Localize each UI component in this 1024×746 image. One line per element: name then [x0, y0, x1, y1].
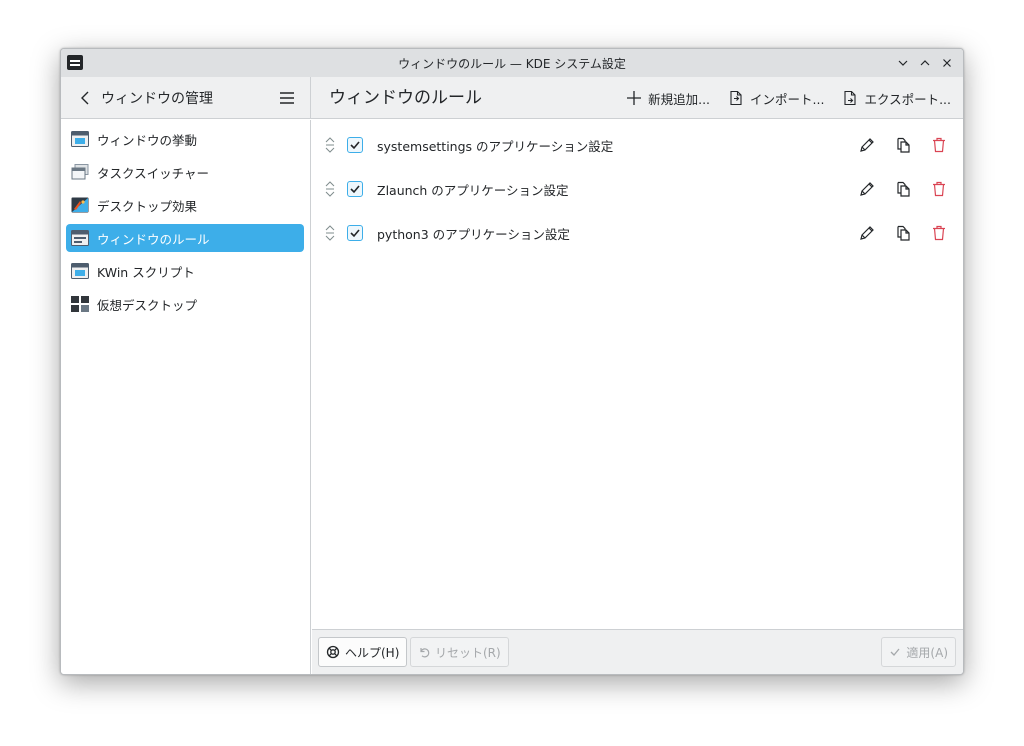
edit-rule-button[interactable]: [857, 223, 877, 243]
undo-icon: [420, 648, 430, 658]
rule-enabled-checkbox[interactable]: [347, 137, 363, 153]
import-button[interactable]: インポート...: [728, 84, 824, 112]
edit-rule-button[interactable]: [857, 135, 877, 155]
sidebar-item-label: タスクスイッチャー: [97, 165, 210, 181]
app-window: ウィンドウのルール — KDE システム設定 ウィンドウの管理 ウィンドウのルー…: [60, 48, 964, 675]
rule-row[interactable]: systemsettings のアプリケーション設定: [312, 123, 963, 167]
export-button[interactable]: エクスポート...: [842, 84, 951, 112]
sidebar-item-kwin-scripts[interactable]: KWin スクリプト: [66, 257, 304, 285]
sidebar-item-label: ウィンドウの挙動: [97, 132, 198, 148]
apply-label: 適用(A): [906, 645, 948, 660]
footer-bar: ヘルプ(H) リセット(R) 適用(A): [312, 629, 963, 674]
toolbar-actions: 新規追加... インポート... エクスポート...: [626, 84, 951, 112]
rule-label: Zlaunch のアプリケーション設定: [377, 182, 569, 198]
drag-handle-icon: [325, 225, 335, 241]
add-new-button[interactable]: 新規追加...: [626, 84, 710, 112]
pencil-icon: [860, 226, 874, 240]
copy-icon: [897, 225, 910, 241]
window-title: ウィンドウのルール — KDE システム設定: [398, 56, 626, 71]
maximize-button[interactable]: [915, 53, 935, 73]
sidebar-item-desktop-effects[interactable]: デスクトップ効果: [66, 191, 304, 219]
import-label: インポート...: [750, 91, 825, 107]
virtual-desktops-icon: [70, 294, 90, 314]
pencil-icon: [860, 182, 874, 196]
trash-icon: [933, 181, 945, 197]
nav-header: ウィンドウの管理: [61, 77, 311, 119]
reset-button[interactable]: リセット(R): [410, 637, 509, 667]
checkmark-icon: [350, 185, 360, 194]
sidebar-item-label: KWin スクリプト: [97, 264, 195, 280]
rule-label: python3 のアプリケーション設定: [377, 226, 570, 242]
sidebar-item-label: デスクトップ効果: [97, 198, 198, 214]
trash-icon: [933, 225, 945, 241]
trash-icon: [933, 137, 945, 153]
duplicate-rule-button[interactable]: [893, 223, 913, 243]
checkmark-icon: [890, 648, 900, 656]
sidebar-item-label: ウィンドウのルール: [97, 231, 210, 247]
rule-enabled-checkbox[interactable]: [347, 225, 363, 241]
plus-icon: [627, 91, 642, 105]
copy-icon: [897, 181, 910, 197]
drag-handle[interactable]: [324, 136, 336, 154]
reset-label: リセット(R): [435, 645, 501, 660]
add-new-label: 新規追加...: [648, 91, 711, 107]
checkmark-icon: [350, 229, 360, 238]
menu-button[interactable]: [276, 87, 298, 109]
kwin-scripts-icon: [70, 261, 90, 281]
apply-button[interactable]: 適用(A): [881, 637, 956, 667]
header-bar: ウィンドウの管理 ウィンドウのルール 新規追加... インポート... エクスポ…: [61, 77, 963, 119]
chevron-down-icon: [898, 60, 908, 66]
window-rules-icon: [70, 228, 90, 248]
sidebar-item-task-switcher[interactable]: タスクスイッチャー: [66, 158, 304, 186]
help-button[interactable]: ヘルプ(H): [318, 637, 408, 667]
rule-row[interactable]: python3 のアプリケーション設定: [312, 211, 963, 255]
drag-handle-icon: [325, 181, 335, 197]
back-button[interactable]: [71, 84, 99, 112]
duplicate-rule-button[interactable]: [893, 179, 913, 199]
sidebar-item-window-rules[interactable]: ウィンドウのルール: [66, 224, 304, 252]
window-controls: [893, 53, 957, 73]
sidebar-item-virtual-desktops[interactable]: 仮想デスクトップ: [66, 290, 304, 318]
chevron-left-icon: [81, 91, 89, 105]
rule-enabled-checkbox[interactable]: [347, 181, 363, 197]
sidebar-item-label: 仮想デスクトップ: [97, 297, 198, 313]
delete-rule-button[interactable]: [929, 179, 949, 199]
document-import-icon: [730, 90, 742, 106]
duplicate-rule-button[interactable]: [893, 135, 913, 155]
minimize-button[interactable]: [893, 53, 913, 73]
delete-rule-button[interactable]: [929, 135, 949, 155]
help-lifebuoy-icon: [326, 645, 340, 659]
rule-label: systemsettings のアプリケーション設定: [377, 138, 614, 154]
drag-handle[interactable]: [324, 180, 336, 198]
sidebar-item-window-behavior[interactable]: ウィンドウの挙動: [66, 125, 304, 153]
rules-list: systemsettings のアプリケーション設定 Zlaunch のアプリケ…: [312, 120, 963, 629]
window-behavior-icon: [70, 129, 90, 149]
page-title: ウィンドウのルール: [329, 88, 482, 108]
task-switcher-icon: [70, 162, 90, 182]
desktop-effects-icon: [70, 195, 90, 215]
title-bar[interactable]: ウィンドウのルール — KDE システム設定: [61, 49, 963, 77]
drag-handle-icon: [325, 137, 335, 153]
chevron-up-icon: [920, 60, 930, 66]
copy-icon: [897, 137, 910, 153]
system-settings-icon: [67, 55, 83, 70]
document-export-icon: [844, 90, 857, 106]
hamburger-icon: [280, 92, 294, 104]
help-label: ヘルプ(H): [345, 645, 400, 660]
export-label: エクスポート...: [864, 91, 951, 107]
close-button[interactable]: [937, 53, 957, 73]
drag-handle[interactable]: [324, 224, 336, 242]
pencil-icon: [860, 138, 874, 152]
nav-title: ウィンドウの管理: [101, 91, 213, 107]
checkmark-icon: [350, 141, 360, 150]
close-icon: [943, 59, 951, 67]
delete-rule-button[interactable]: [929, 223, 949, 243]
rule-row[interactable]: Zlaunch のアプリケーション設定: [312, 167, 963, 211]
edit-rule-button[interactable]: [857, 179, 877, 199]
sidebar: ウィンドウの挙動 タスクスイッチャー デスクトップ効果 ウィンドウのルール KW…: [61, 120, 311, 674]
